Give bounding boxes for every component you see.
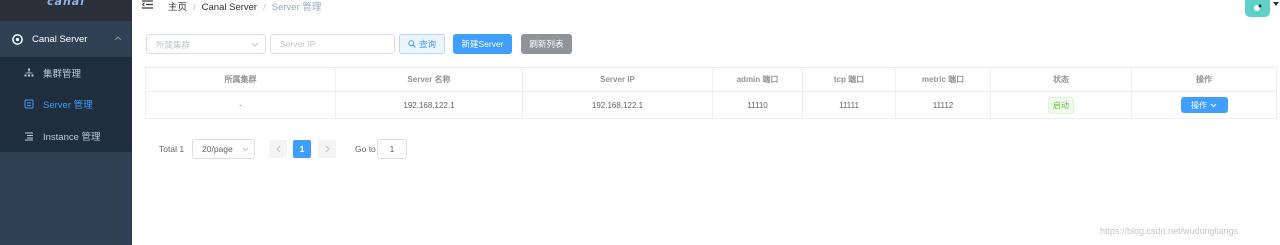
sidebar-item-cluster[interactable]: 集群管理 — [0, 57, 132, 89]
table-row: - 192.168.122.1 192.168.122.1 11110 1111… — [145, 91, 1277, 119]
breadcrumb-current: Server 管理 — [271, 2, 322, 13]
server-ip-input[interactable]: Server IP — [270, 34, 395, 54]
table-header-row: 所属集群 Server 名称 Server IP admin 端口 tcp 端口… — [145, 67, 1277, 92]
refresh-list-label: 刷新列表 — [529, 39, 564, 49]
cell-server-ip: 192.168.122.1 — [522, 91, 713, 119]
sidebar-item-server[interactable]: Server 管理 — [0, 89, 132, 121]
status-badge: 启动 — [1048, 96, 1074, 114]
search-icon — [408, 40, 416, 48]
actions-label: 操作 — [1191, 100, 1207, 110]
submenu: 集群管理 Server 管理 Instance 管理 — [0, 57, 132, 152]
cell-server-name: 192.168.122.1 — [335, 91, 523, 119]
cluster-icon — [24, 68, 34, 77]
new-server-button[interactable]: 新建Server — [453, 34, 512, 54]
chevron-left-icon — [275, 145, 280, 153]
menu-canal-server[interactable]: Canal Server — [0, 21, 132, 57]
avatar-image-icon — [1254, 4, 1262, 11]
cell-actions: 操作 — [1131, 91, 1277, 119]
page-size-value: 20/page — [202, 144, 233, 154]
chevron-down-icon — [242, 147, 249, 152]
instance-icon — [25, 132, 33, 141]
topbar: 主页 / Canal Server / Server 管理 — [132, 0, 1280, 14]
goto-page-input[interactable]: 1 — [377, 139, 407, 159]
chevron-down-icon — [251, 42, 259, 47]
pagination-total: Total 1 — [159, 144, 185, 154]
sidebar-item-label: Server 管理 — [43, 100, 93, 112]
logo[interactable]: canal — [47, 0, 85, 8]
caret-down-icon[interactable] — [1273, 2, 1279, 7]
server-icon — [24, 99, 34, 109]
goto-label: Go to — [355, 144, 376, 154]
header-tcp-port: tcp 端口 — [802, 67, 896, 92]
chevron-down-icon — [1210, 103, 1217, 107]
header-cluster: 所属集群 — [145, 67, 336, 92]
sidebar: canal Canal Server 集群管理 Server 管理 Instan… — [0, 0, 132, 245]
cluster-select[interactable]: 所属集群 — [146, 34, 266, 54]
avatar[interactable] — [1245, 0, 1270, 17]
cell-metric-port: 11112 — [895, 91, 991, 119]
header-metric-port: metric 端口 — [895, 67, 991, 92]
header-status: 状态 — [990, 67, 1132, 92]
cell-admin-port: 11110 — [712, 91, 803, 119]
breadcrumb-separator: / — [263, 2, 266, 13]
breadcrumb: 主页 / Canal Server / Server 管理 — [168, 0, 321, 13]
goto-page-value: 1 — [389, 144, 395, 154]
header-server-ip: Server IP — [522, 67, 713, 92]
server-table: 所属集群 Server 名称 Server IP admin 端口 tcp 端口… — [145, 67, 1277, 119]
next-page-button[interactable] — [318, 140, 336, 158]
sidebar-item-label: 集群管理 — [43, 68, 82, 80]
refresh-list-button[interactable]: 刷新列表 — [521, 34, 572, 54]
sidebar-item-instance[interactable]: Instance 管理 — [0, 120, 132, 152]
cluster-select-placeholder: 所属集群 — [156, 40, 191, 50]
cell-status: 启动 — [990, 91, 1132, 119]
search-button-label: 查询 — [418, 39, 436, 49]
canal-server-icon — [12, 33, 23, 45]
chevron-up-icon — [114, 36, 122, 41]
hamburger-icon[interactable] — [142, 0, 153, 9]
server-ip-placeholder: Server IP — [280, 39, 316, 49]
sidebar-item-label: Instance 管理 — [43, 131, 101, 143]
breadcrumb-separator: / — [193, 2, 196, 13]
menu-title: Canal Server — [32, 33, 88, 45]
header-actions: 操作 — [1131, 67, 1277, 92]
breadcrumb-home[interactable]: 主页 — [168, 2, 187, 13]
cell-cluster: - — [145, 91, 336, 119]
new-server-label: 新建Server — [461, 39, 504, 49]
prev-page-button[interactable] — [269, 140, 287, 158]
search-button[interactable]: 查询 — [399, 34, 445, 54]
cell-tcp-port: 11111 — [802, 91, 896, 119]
watermark: https://blog.csdn.net/wudongliangs — [1100, 226, 1239, 236]
header-server-name: Server 名称 — [335, 67, 523, 92]
actions-dropdown-button[interactable]: 操作 — [1180, 97, 1228, 113]
logo-bar: canal — [0, 0, 132, 21]
chevron-right-icon — [325, 145, 330, 153]
header-admin-port: admin 端口 — [712, 67, 803, 92]
page-size-select[interactable]: 20/page — [192, 139, 255, 159]
breadcrumb-section[interactable]: Canal Server — [202, 2, 257, 13]
page-number-1[interactable]: 1 — [293, 140, 311, 158]
